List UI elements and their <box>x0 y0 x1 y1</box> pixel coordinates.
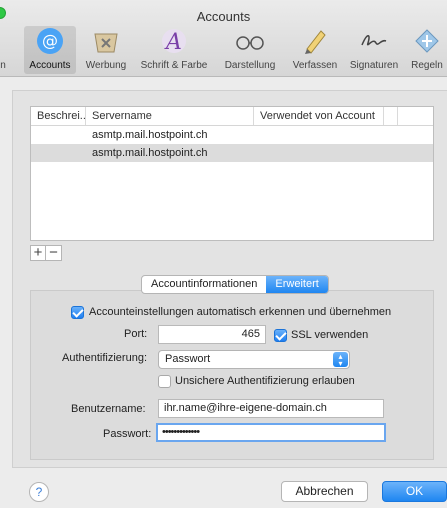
preferences-toolbar: Accounts n @ Accounts Werbung A Schrift … <box>0 0 447 77</box>
rules-icon <box>411 26 443 56</box>
auth-label: Authentifizierung: <box>62 352 147 364</box>
table-row-selected[interactable]: asmtp.mail.hostpoint.ch <box>31 144 433 162</box>
insecure-auth-label: Unsichere Authentifizierung erlauben <box>175 375 355 387</box>
username-label: Benutzername: <box>71 403 146 415</box>
auth-select[interactable]: Passwort ▴ ▾ <box>158 350 350 369</box>
smtp-server-table[interactable]: Beschrei... Servername Verwendet von Acc… <box>30 106 434 241</box>
add-server-button[interactable]: + <box>30 245 46 261</box>
ssl-checkbox[interactable] <box>274 329 287 342</box>
port-field[interactable]: 465 <box>158 325 266 344</box>
tab-accountinformationen[interactable]: Accountinformationen <box>142 276 266 293</box>
server-name-cell: asmtp.mail.hostpoint.ch <box>92 147 208 159</box>
toolbar-item-werbung[interactable]: Werbung <box>80 26 132 74</box>
ok-button[interactable]: OK <box>382 481 447 502</box>
toolbar-item-darstellung[interactable]: Darstellung <box>218 26 282 74</box>
table-header: Beschrei... Servername Verwendet von Acc… <box>31 107 433 126</box>
toolbar-item-schrift-farbe[interactable]: A Schrift & Farbe <box>133 26 215 74</box>
auth-select-value: Passwort <box>165 353 211 365</box>
remove-server-button[interactable]: − <box>46 245 62 261</box>
composing-pencil-icon <box>299 26 331 56</box>
toolbar-item-accounts[interactable]: @ Accounts <box>24 26 76 74</box>
column-header-used-by[interactable]: Verwendet von Account <box>254 107 384 125</box>
password-field[interactable]: ••••••••••••• <box>156 423 386 442</box>
fonts-colors-icon: A <box>158 26 190 56</box>
toolbar-item-signaturen[interactable]: Signaturen <box>344 26 404 74</box>
column-header-description[interactable]: Beschrei... <box>31 107 86 125</box>
port-label: Port: <box>124 328 148 340</box>
auto-detect-checkbox[interactable] <box>71 306 84 319</box>
at-sign-icon: @ <box>34 26 66 56</box>
column-header-empty <box>384 107 398 125</box>
table-row[interactable]: asmtp.mail.hostpoint.ch <box>31 126 433 144</box>
chevron-updown-icon: ▴ ▾ <box>333 352 348 368</box>
svg-text:A: A <box>164 30 182 55</box>
add-remove-controls: + − <box>30 245 62 261</box>
svg-text:@: @ <box>42 31 58 50</box>
ssl-label: SSL verwenden <box>291 329 369 341</box>
toolbar-item-verfassen[interactable]: Verfassen <box>285 26 345 74</box>
viewing-glasses-icon <box>234 26 266 56</box>
junk-mail-icon <box>90 26 122 56</box>
column-header-servername[interactable]: Servername <box>86 107 254 125</box>
insecure-auth-checkbox[interactable] <box>158 375 171 388</box>
cancel-button[interactable]: Abbrechen <box>281 481 368 502</box>
server-name-cell: asmtp.mail.hostpoint.ch <box>92 129 208 141</box>
window-title: Accounts <box>196 9 251 24</box>
settings-tab-control: Accountinformationen Erweitert <box>141 275 329 294</box>
toolbar-item-general[interactable]: n <box>0 26 8 74</box>
signature-icon <box>358 26 390 56</box>
tab-erweitert[interactable]: Erweitert <box>266 276 328 293</box>
username-field[interactable]: ihr.name@ihre-eigene-domain.ch <box>158 399 384 418</box>
auto-detect-label: Accounteinstellungen automatisch erkenne… <box>89 306 392 318</box>
password-label: Passwort: <box>103 428 152 440</box>
toolbar-item-regeln[interactable]: Regeln <box>407 26 447 74</box>
help-button[interactable]: ? <box>29 482 49 502</box>
